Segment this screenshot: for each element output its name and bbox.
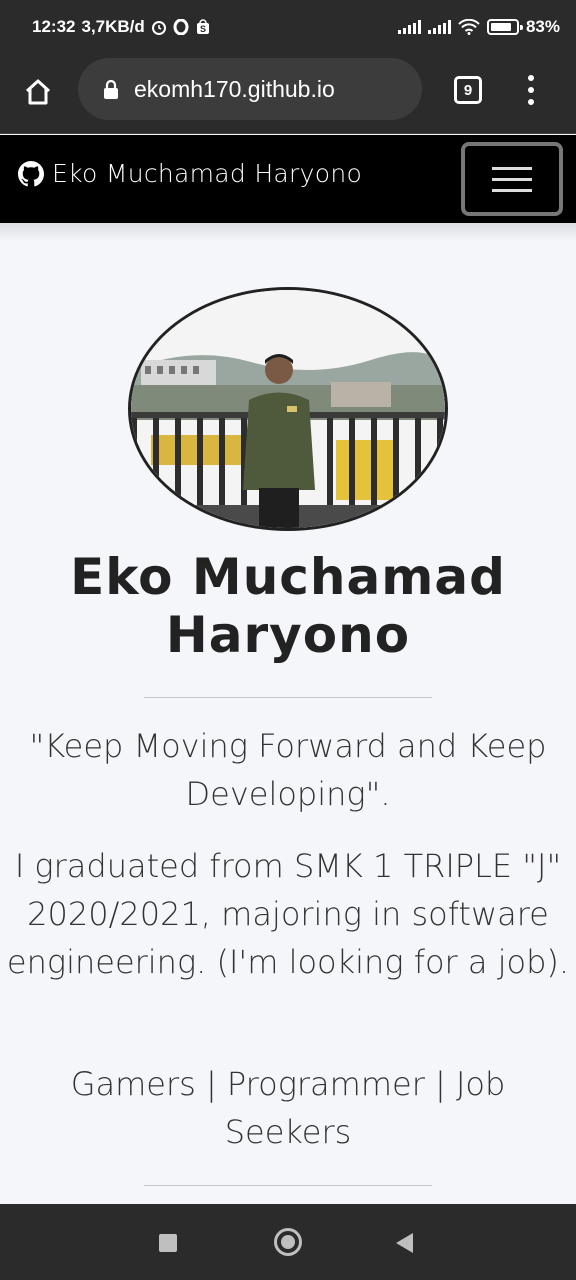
browser-menu-button[interactable] xyxy=(520,72,542,108)
profile-photo xyxy=(128,287,448,531)
profile-quote: "Keep Moving Forward and Keep Developing… xyxy=(29,727,547,813)
profile-bio: I graduated from SMK 1 TRIPLE "J" 2020/2… xyxy=(6,847,570,981)
signal-2-icon xyxy=(427,20,451,34)
menu-dot-icon xyxy=(528,99,534,105)
menu-dot-icon xyxy=(528,75,534,81)
opera-icon xyxy=(173,19,189,35)
battery-percent: 83% xyxy=(525,17,560,36)
url-text: ekomh170.github.io xyxy=(134,75,335,102)
github-icon xyxy=(18,160,44,186)
alarm-icon xyxy=(151,21,166,35)
navbar-toggle-button[interactable] xyxy=(461,142,563,216)
navbar-brand[interactable]: Eko Muchamad Haryono xyxy=(18,159,362,188)
wifi-icon xyxy=(458,19,480,35)
lock-icon xyxy=(104,79,118,99)
profile-photo-image xyxy=(131,290,445,528)
site-navbar: Eko Muchamad Haryono xyxy=(0,135,576,223)
system-home-icon[interactable] xyxy=(274,1228,302,1256)
hamburger-line-icon xyxy=(492,177,532,181)
divider-bottom xyxy=(144,1185,432,1186)
tab-switcher-button[interactable]: 9 xyxy=(454,76,482,104)
hamburger-line-icon xyxy=(492,188,532,192)
system-navigation-bar xyxy=(0,1204,576,1280)
menu-dot-icon xyxy=(528,87,534,93)
home-icon xyxy=(25,79,51,105)
battery-fill xyxy=(490,23,511,31)
browser-toolbar: ekomh170.github.io 9 xyxy=(0,56,576,134)
divider-top xyxy=(144,697,432,698)
recent-apps-icon[interactable] xyxy=(159,1234,177,1252)
network-speed: 3,7KB/d xyxy=(81,17,145,36)
back-icon[interactable] xyxy=(396,1233,413,1253)
navbar-shadow xyxy=(0,223,576,241)
status-bar: 12:32 3,7KB/d S 83% xyxy=(0,0,576,56)
profile-roles: Gamers | Programmer | Job Seekers xyxy=(70,1065,506,1151)
status-time: 12:32 xyxy=(32,17,76,36)
signal-1-icon xyxy=(397,20,421,34)
profile-name: Eko Muchamad Haryono xyxy=(70,548,506,664)
browser-home-button[interactable] xyxy=(18,72,58,112)
battery-icon xyxy=(486,19,523,35)
address-bar[interactable]: ekomh170.github.io xyxy=(78,58,422,120)
hamburger-line-icon xyxy=(492,166,532,170)
shopping-bag-icon: S xyxy=(196,19,209,34)
brand-name: Eko Muchamad Haryono xyxy=(52,159,363,188)
svg-text:S: S xyxy=(200,24,206,34)
